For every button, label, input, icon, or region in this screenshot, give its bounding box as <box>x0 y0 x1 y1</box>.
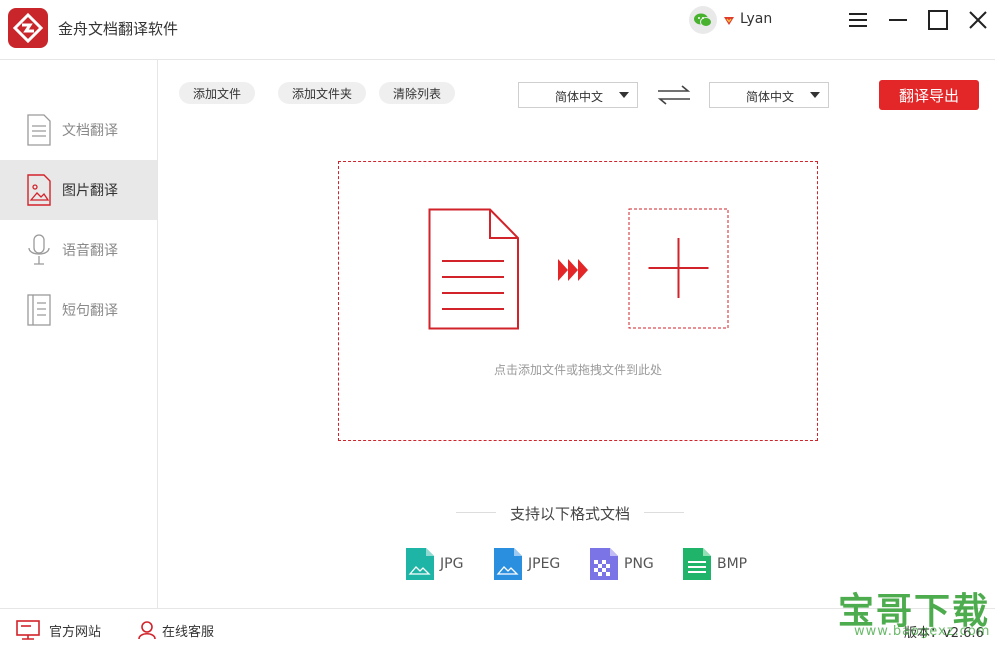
vip-badge-icon <box>722 12 736 31</box>
app-logo <box>8 8 48 48</box>
sidebar-item-sentence-translate[interactable]: 短句翻译 <box>0 280 157 340</box>
online-support-link[interactable]: 在线客服 <box>137 620 214 640</box>
username[interactable]: Lyan <box>740 11 772 27</box>
format-png: PNG <box>590 548 654 580</box>
chevron-down-icon <box>810 92 820 98</box>
sidebar-item-label: 短句翻译 <box>62 303 118 319</box>
official-website-label: 官方网站 <box>49 624 102 640</box>
maximize-icon[interactable] <box>926 8 950 32</box>
close-icon[interactable] <box>966 8 990 32</box>
app-title: 金舟文档翻译软件 <box>58 20 179 38</box>
target-language-select[interactable]: 简体中文 <box>709 82 829 108</box>
sidebar-item-image-translate[interactable]: 图片翻译 <box>0 160 157 220</box>
add-folder-button[interactable]: 添加文件夹 <box>278 82 367 104</box>
sidebar-item-label: 图片翻译 <box>62 183 118 199</box>
microphone-icon <box>26 234 52 266</box>
sidebar-item-voice-translate[interactable]: 语音翻译 <box>0 220 157 280</box>
target-language-value: 简体中文 <box>746 90 795 104</box>
source-language-value: 简体中文 <box>555 90 604 104</box>
sidebar: 文档翻译 图片翻译 语音翻译 短句翻译 <box>0 60 158 608</box>
format-bmp: BMP <box>683 548 747 580</box>
format-jpg: JPG <box>406 548 463 580</box>
format-label: BMP <box>717 556 748 572</box>
sidebar-item-label: 语音翻译 <box>62 243 118 259</box>
user-support-icon <box>138 621 156 640</box>
sidebar-item-label: 文档翻译 <box>62 123 118 139</box>
source-language-select[interactable]: 简体中文 <box>518 82 638 108</box>
sidebar-item-document-translate[interactable]: 文档翻译 <box>0 100 157 160</box>
title-bar: 金舟文档翻译软件 Lyan <box>0 0 995 60</box>
monitor-icon <box>16 620 40 640</box>
add-file-plus-icon[interactable] <box>628 208 729 333</box>
format-label: JPEG <box>528 556 561 572</box>
forward-arrows-icon <box>557 258 591 286</box>
translate-export-button[interactable]: 翻译导出 <box>879 80 979 110</box>
file-drop-zone[interactable]: 点击添加文件或拖拽文件到此处 <box>338 161 818 441</box>
menu-icon[interactable] <box>846 8 870 32</box>
supported-formats-title: 支持以下格式文档 <box>456 503 684 524</box>
png-file-icon <box>590 548 618 580</box>
drop-hint-text: 点击添加文件或拖拽文件到此处 <box>493 363 662 377</box>
jpg-file-icon <box>406 548 434 580</box>
add-file-button[interactable]: 添加文件 <box>179 82 256 104</box>
format-label: JPG <box>440 556 464 572</box>
official-website-link[interactable]: 官方网站 <box>16 620 101 640</box>
wechat-icon[interactable] <box>689 6 717 34</box>
clear-list-button[interactable]: 清除列表 <box>379 82 456 104</box>
format-jpeg: JPEG <box>494 548 560 580</box>
online-support-label: 在线客服 <box>162 624 215 640</box>
image-icon <box>26 174 52 206</box>
bmp-file-icon <box>683 548 711 580</box>
jpeg-file-icon <box>494 548 522 580</box>
format-label: PNG <box>624 556 654 572</box>
chevron-down-icon <box>619 92 629 98</box>
minimize-icon[interactable] <box>886 8 910 32</box>
watermark-url: www.baogexz.com <box>854 624 991 639</box>
document-icon <box>26 114 52 146</box>
text-lines-icon <box>26 294 52 326</box>
document-icon <box>428 208 520 334</box>
swap-languages-icon[interactable] <box>656 84 692 106</box>
